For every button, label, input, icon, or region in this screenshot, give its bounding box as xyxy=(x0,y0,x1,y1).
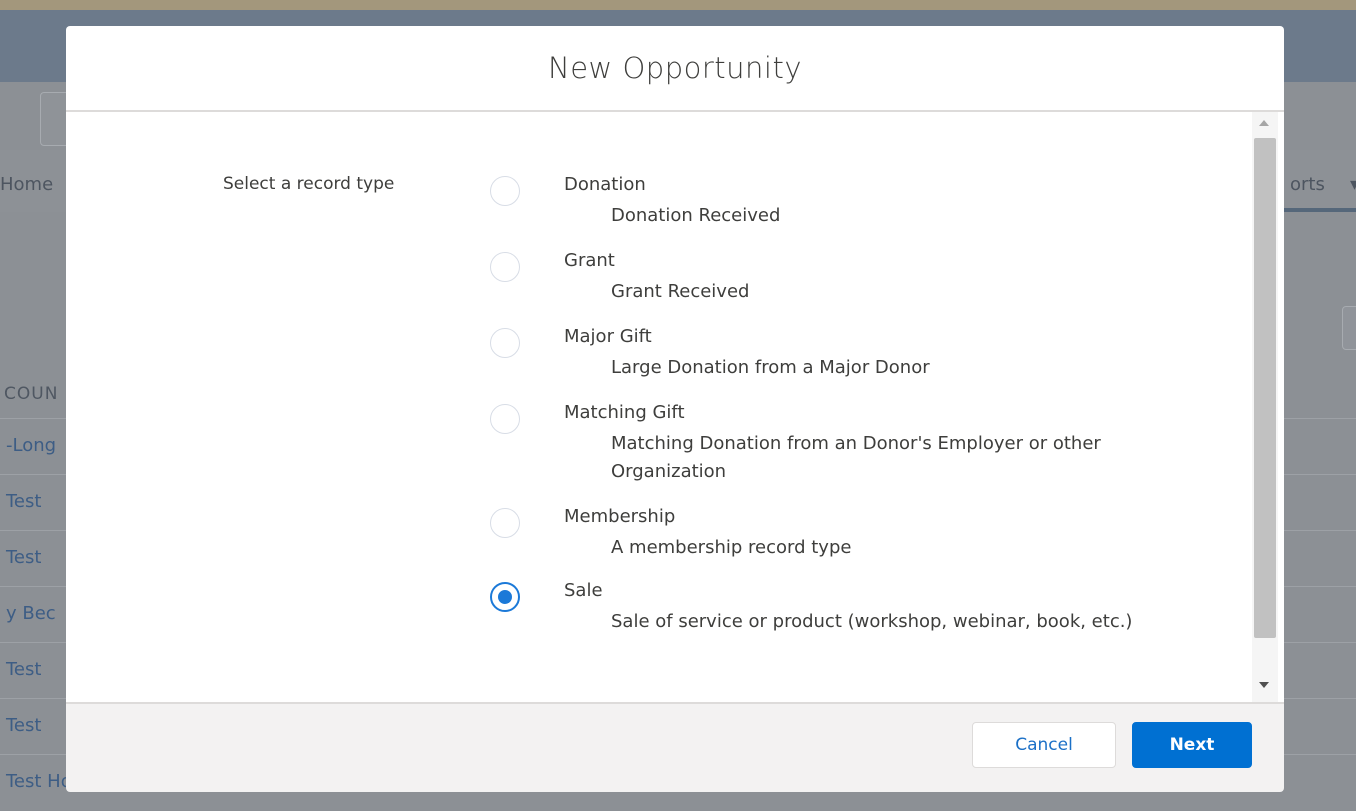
modal-body: Select a record type Donation Donation Re… xyxy=(66,112,1284,702)
row-account-link[interactable]: Test xyxy=(6,547,41,568)
record-type-description: Sale of service or product (workshop, we… xyxy=(611,611,1133,632)
radio-button[interactable] xyxy=(490,582,520,612)
record-type-description: Matching Donation from an Donor's Employ… xyxy=(611,433,1101,482)
radio-button[interactable] xyxy=(490,328,520,358)
record-type-description: A membership record type xyxy=(611,537,852,558)
top-strip xyxy=(0,0,1356,10)
record-type-label: Select a record type xyxy=(223,174,395,194)
record-type-name: Grant xyxy=(564,250,615,271)
row-account-link[interactable]: y Bec xyxy=(6,603,56,624)
modal-title: New Opportunity xyxy=(548,51,802,85)
row-account-link[interactable]: Test xyxy=(6,491,41,512)
modal-scrollbar[interactable] xyxy=(1252,112,1278,702)
scroll-thumb[interactable] xyxy=(1254,138,1276,638)
radio-button[interactable] xyxy=(490,508,520,538)
record-type-name: Donation xyxy=(564,174,646,195)
nav-caret-icon[interactable]: ▾ xyxy=(1350,174,1356,195)
app-action-button[interactable] xyxy=(1342,306,1356,350)
modal-footer: Cancel Next xyxy=(66,702,1284,792)
nav-item-home[interactable]: Home xyxy=(0,174,53,195)
row-account-link[interactable]: -Long xyxy=(6,435,56,456)
column-header-account: COUN xyxy=(4,384,59,404)
record-type-name: Membership xyxy=(564,506,676,527)
record-type-name: Major Gift xyxy=(564,326,652,347)
new-opportunity-modal: New Opportunity Select a record type Don… xyxy=(66,26,1284,792)
record-type-name: Sale xyxy=(564,580,603,601)
row-account-link[interactable]: Test xyxy=(6,659,41,680)
row-account-link[interactable]: Test xyxy=(6,715,41,736)
modal-header: New Opportunity xyxy=(66,26,1284,112)
radio-button[interactable] xyxy=(490,176,520,206)
record-type-name: Matching Gift xyxy=(564,402,685,423)
cancel-button[interactable]: Cancel xyxy=(972,722,1116,768)
scroll-up-arrow-icon[interactable] xyxy=(1259,120,1269,126)
record-type-description: Donation Received xyxy=(611,205,781,226)
next-button[interactable]: Next xyxy=(1132,722,1252,768)
radio-button[interactable] xyxy=(490,252,520,282)
record-type-description: Large Donation from a Major Donor xyxy=(611,357,930,378)
radio-button[interactable] xyxy=(490,404,520,434)
record-type-description: Grant Received xyxy=(611,281,750,302)
scroll-down-arrow-icon[interactable] xyxy=(1259,682,1269,688)
nav-item-reports[interactable]: orts xyxy=(1290,174,1325,195)
